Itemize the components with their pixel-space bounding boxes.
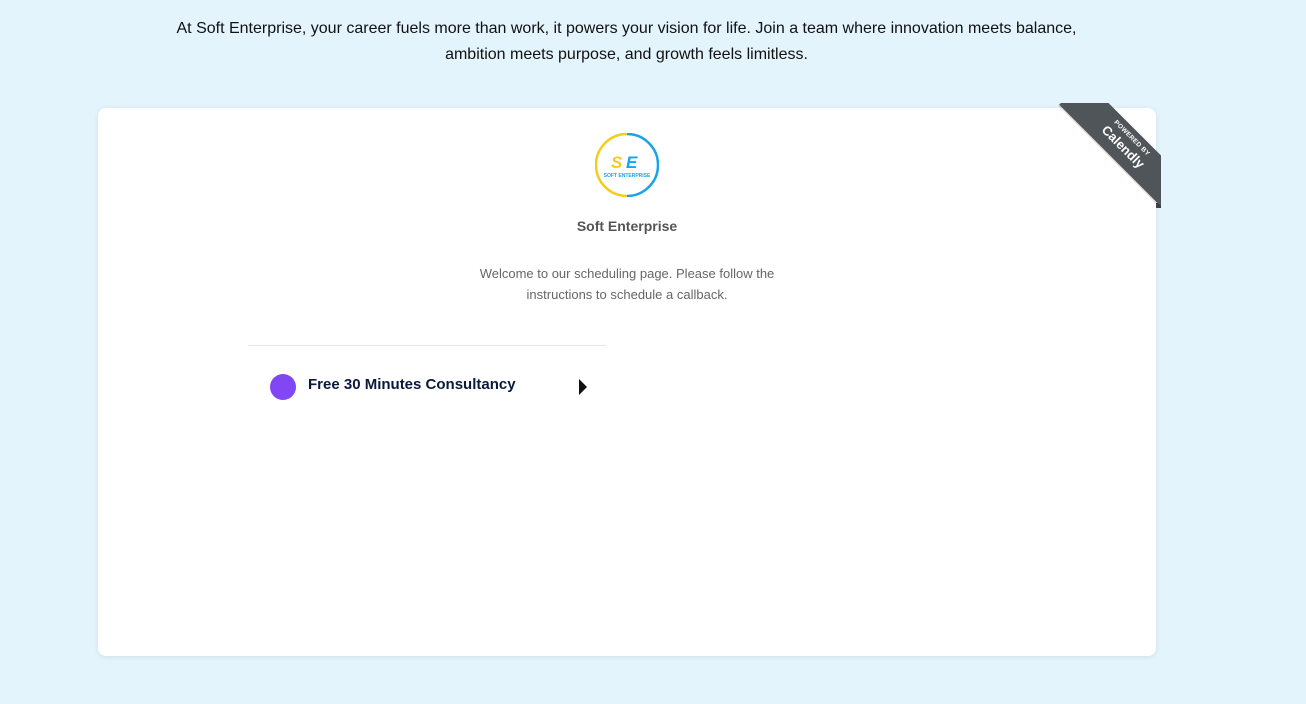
svg-text:SOFT ENTERPRISE: SOFT ENTERPRISE [604,173,651,179]
organization-name: Soft Enterprise [576,218,678,234]
company-logo: S E SOFT ENTERPRISE [595,133,659,197]
event-type-item[interactable]: Free 30 Minutes Consultancy [248,346,606,426]
welcome-message: Welcome to our scheduling page. Please f… [479,266,775,302]
svg-text:E: E [626,153,638,172]
chevron-right-icon [579,379,587,395]
scheduling-card: S E SOFT ENTERPRISE Soft Enterprise Welc… [98,108,1156,656]
event-type-label: Free 30 Minutes Consultancy [308,376,516,393]
badge-ribbon: POWERED BY Calendly [1059,103,1161,208]
intro-text: At Soft Enterprise, your career fuels mo… [176,20,1077,63]
powered-by-calendly-badge[interactable]: POWERED BY Calendly [1056,103,1161,208]
svg-text:S: S [611,153,623,172]
event-color-dot [270,374,296,400]
